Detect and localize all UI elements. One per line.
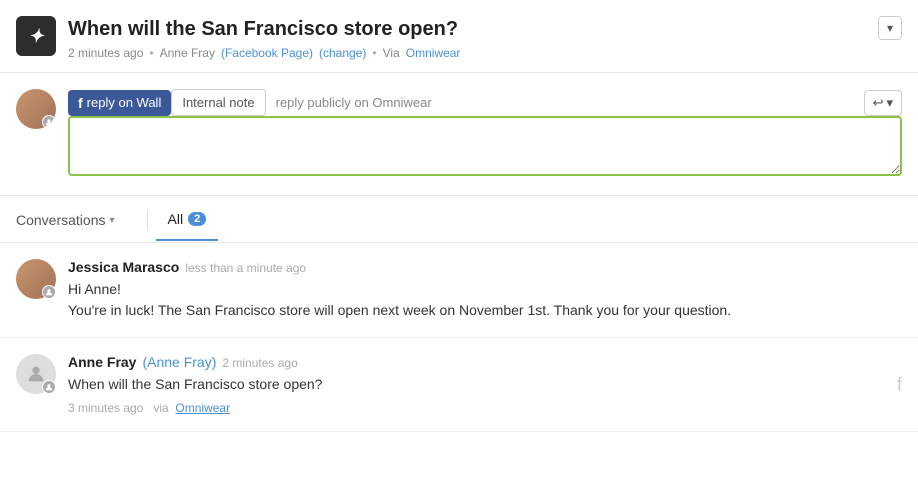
via-label: Via — [383, 46, 400, 60]
tab-reply-on-wall[interactable]: f reply on Wall — [68, 90, 171, 116]
author-name: Anne Fray — [160, 46, 215, 60]
reply-tabs-row: f reply on Wall Internal note reply publ… — [68, 89, 902, 116]
anne-body: When will the San Francisco store open? — [68, 374, 902, 395]
anne-avatar — [16, 354, 56, 394]
logo-icon: ✦ — [28, 26, 43, 47]
jessica-greeting: Hi Anne! — [68, 279, 902, 300]
anne-sub: 3 minutes ago via Omniwear — [68, 401, 902, 415]
jessica-message-header: Jessica Marasco less than a minute ago — [68, 259, 902, 275]
tab-internal-label: Internal note — [182, 95, 254, 110]
anne-message-item: Anne Fray (Anne Fray) 2 minutes ago When… — [0, 338, 918, 432]
tab-public-label: reply publicly on Omniwear — [276, 95, 432, 110]
reply-avatar — [16, 89, 56, 129]
reply-toolbar-right: ↩ ▾ — [864, 90, 902, 116]
jessica-avatar-badge — [42, 285, 56, 299]
tab-internal-note[interactable]: Internal note — [171, 89, 265, 116]
facebook-page-link[interactable]: (Facebook Page) — [221, 46, 313, 60]
conversations-header: Conversations ▾ All 2 — [0, 196, 918, 243]
jessica-author: Jessica Marasco — [68, 259, 179, 275]
tab-all-badge: 2 — [188, 212, 206, 226]
jessica-message-content: Jessica Marasco less than a minute ago H… — [68, 259, 902, 321]
post-time: 2 minutes ago — [68, 46, 143, 60]
jessica-time: less than a minute ago — [185, 261, 306, 275]
anne-omniwear-link[interactable]: Omniwear — [175, 401, 230, 415]
anne-time: 2 minutes ago — [222, 356, 297, 370]
header-meta: 2 minutes ago • Anne Fray (Facebook Page… — [68, 46, 902, 60]
avatar-badge — [42, 115, 56, 129]
reply-section: f reply on Wall Internal note reply publ… — [0, 73, 918, 196]
anne-fray-parenthetical[interactable]: (Anne Fray) — [142, 354, 216, 370]
conversations-tabs: All 2 — [156, 211, 219, 241]
conversations-text: Conversations — [16, 212, 106, 228]
dot-separator-2: • — [372, 46, 376, 60]
omniwear-link[interactable]: Omniwear — [406, 46, 461, 60]
reply-main: f reply on Wall Internal note reply publ… — [68, 89, 902, 179]
header-dropdown-button[interactable]: ▾ — [878, 16, 902, 40]
tab-facebook-label: reply on Wall — [87, 95, 162, 110]
toolbar-action-button[interactable]: ↩ ▾ — [864, 90, 902, 116]
dot-separator-1: • — [149, 46, 153, 60]
anne-author: Anne Fray — [68, 354, 136, 370]
toolbar-icon: ↩ — [873, 95, 884, 111]
facebook-icon: f — [78, 95, 83, 111]
conversations-section: Conversations ▾ All 2 — [0, 196, 918, 432]
reply-textarea[interactable] — [68, 116, 902, 176]
tab-reply-publicly[interactable]: reply publicly on Omniwear — [266, 90, 442, 115]
conversations-label[interactable]: Conversations ▾ — [16, 212, 115, 240]
header-content: When will the San Francisco store open? … — [68, 16, 902, 60]
anne-message-content: Anne Fray (Anne Fray) 2 minutes ago When… — [68, 354, 902, 415]
anne-avatar-badge — [42, 380, 56, 394]
change-link[interactable]: (change) — [319, 46, 366, 60]
conversations-chevron-icon: ▾ — [110, 215, 115, 226]
app-logo: ✦ — [16, 16, 56, 56]
conversations-divider — [147, 210, 148, 230]
jessica-body: You're in luck! The San Francisco store … — [68, 300, 902, 321]
tab-all-label: All — [168, 211, 184, 227]
anne-message-header: Anne Fray (Anne Fray) 2 minutes ago — [68, 354, 902, 370]
jessica-avatar — [16, 259, 56, 299]
facebook-action-icon[interactable]: f — [897, 374, 902, 395]
message-list: Jessica Marasco less than a minute ago H… — [0, 243, 918, 432]
toolbar-chevron-icon: ▾ — [886, 95, 893, 111]
page-header: ✦ When will the San Francisco store open… — [0, 0, 918, 73]
message-item: Jessica Marasco less than a minute ago H… — [0, 243, 918, 338]
tab-all[interactable]: All 2 — [156, 211, 219, 241]
page-title: When will the San Francisco store open? — [68, 16, 902, 42]
